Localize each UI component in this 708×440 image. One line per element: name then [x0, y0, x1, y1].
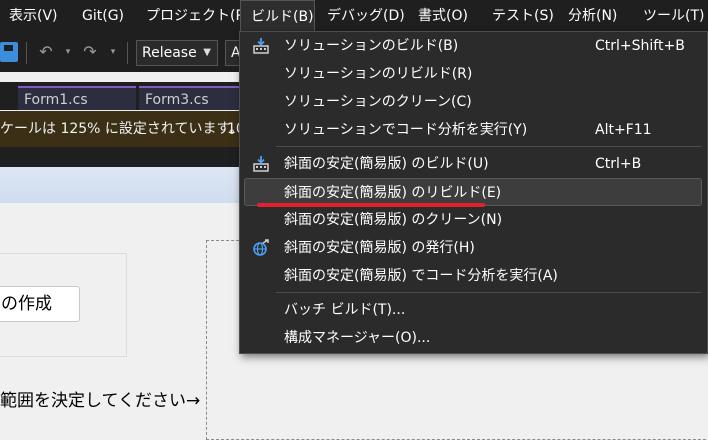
toolbar-separator: [127, 42, 128, 64]
menu-item-label: 斜面の安定(簡易版) の発行(H): [284, 240, 475, 256]
menu-divider: [276, 292, 701, 293]
menu-item-label: 構成マネージャー(O)...: [284, 330, 431, 346]
save-all-icon[interactable]: [0, 42, 18, 62]
configuration-select[interactable]: Release ▼: [136, 40, 218, 66]
menu-item-publish-project[interactable]: 斜面の安定(簡易版) の発行(H): [244, 234, 702, 262]
tab-form3[interactable]: Form3.cs: [139, 86, 239, 110]
tab-label: Form1.cs: [24, 92, 88, 108]
redo-icon[interactable]: ↷: [80, 42, 100, 62]
menu-item-analyze-project[interactable]: 斜面の安定(簡易版) でコード分析を実行(A): [244, 262, 702, 290]
chevron-down-icon: ▼: [203, 47, 211, 58]
range-instruction-label[interactable]: 範囲を決定してください→: [0, 386, 200, 411]
menu-item-label: 斜面の安定(簡易版) でコード分析を実行(A): [284, 268, 558, 284]
configuration-value: Release: [142, 45, 197, 61]
build-project-icon: [253, 156, 269, 172]
redo-dropdown-icon[interactable]: ▾: [103, 42, 123, 62]
menu-item-label: ソリューションのクリーン(C): [284, 94, 472, 110]
menu-git[interactable]: Git(G): [82, 0, 124, 32]
build-solution-icon: [253, 38, 269, 54]
menu-item-clean-project[interactable]: 斜面の安定(簡易版) のクリーン(N): [244, 206, 702, 234]
menu-item-analyze-solution[interactable]: ソリューションでコード分析を実行(Y) Alt+F11: [244, 116, 702, 144]
menu-test[interactable]: テスト(S): [492, 0, 554, 32]
undo-icon[interactable]: ↶: [36, 42, 56, 62]
publish-globe-icon: [253, 239, 269, 256]
menu-view[interactable]: 表示(V): [9, 0, 58, 32]
menu-item-label: ソリューションのビルド(B): [284, 38, 459, 54]
menu-build[interactable]: ビルド(B): [240, 0, 315, 32]
menu-debug[interactable]: デバッグ(D): [327, 0, 405, 32]
create-button-label: の作成: [1, 294, 52, 314]
menu-item-configuration-manager[interactable]: 構成マネージャー(O)...: [244, 324, 702, 352]
undo-dropdown-icon[interactable]: ▾: [58, 42, 78, 62]
menu-format[interactable]: 書式(O): [418, 0, 468, 32]
menu-project[interactable]: プロジェクト(P): [146, 0, 249, 32]
menu-item-rebuild-project[interactable]: 斜面の安定(簡易版) のリビルド(E): [244, 178, 702, 206]
annotation-underline: [257, 203, 485, 207]
menu-item-label: バッチ ビルド(T)...: [284, 302, 406, 318]
menu-item-shortcut: Ctrl+B: [595, 156, 642, 172]
menu-item-build-solution[interactable]: ソリューションのビルド(B) Ctrl+Shift+B: [244, 32, 702, 60]
create-button[interactable]: の作成: [0, 286, 80, 322]
menu-item-label: ソリューションのリビルド(R): [284, 66, 473, 82]
menu-item-shortcut: Ctrl+Shift+B: [595, 38, 685, 54]
menu-bar: 表示(V) Git(G) プロジェクト(P) ビルド(B) デバッグ(D) 書式…: [0, 0, 708, 32]
menu-item-rebuild-solution[interactable]: ソリューションのリビルド(R): [244, 60, 702, 88]
menu-item-label: 斜面の安定(簡易版) のビルド(U): [284, 156, 489, 172]
menu-item-label: 斜面の安定(簡易版) のクリーン(N): [284, 212, 503, 228]
info-bar-message: ケールは 125% に設定されています。: [0, 121, 244, 137]
menu-analyze[interactable]: 分析(N): [568, 0, 617, 32]
tab-form1[interactable]: Form1.cs: [18, 86, 136, 110]
toolbar-separator: [26, 42, 27, 64]
menu-item-build-project[interactable]: 斜面の安定(簡易版) のビルド(U) Ctrl+B: [244, 150, 702, 178]
tab-label: Form3.cs: [145, 92, 209, 108]
menu-item-shortcut: Alt+F11: [595, 122, 652, 138]
menu-item-batch-build[interactable]: バッチ ビルド(T)...: [244, 296, 702, 324]
menu-divider: [276, 146, 701, 147]
menu-item-label: ソリューションでコード分析を実行(Y): [284, 122, 528, 138]
menu-tools[interactable]: ツール(T): [643, 0, 704, 32]
menu-item-clean-solution[interactable]: ソリューションのクリーン(C): [244, 88, 702, 116]
build-dropdown-menu: ソリューションのビルド(B) Ctrl+Shift+B ソリューションのリビルド…: [239, 31, 708, 354]
